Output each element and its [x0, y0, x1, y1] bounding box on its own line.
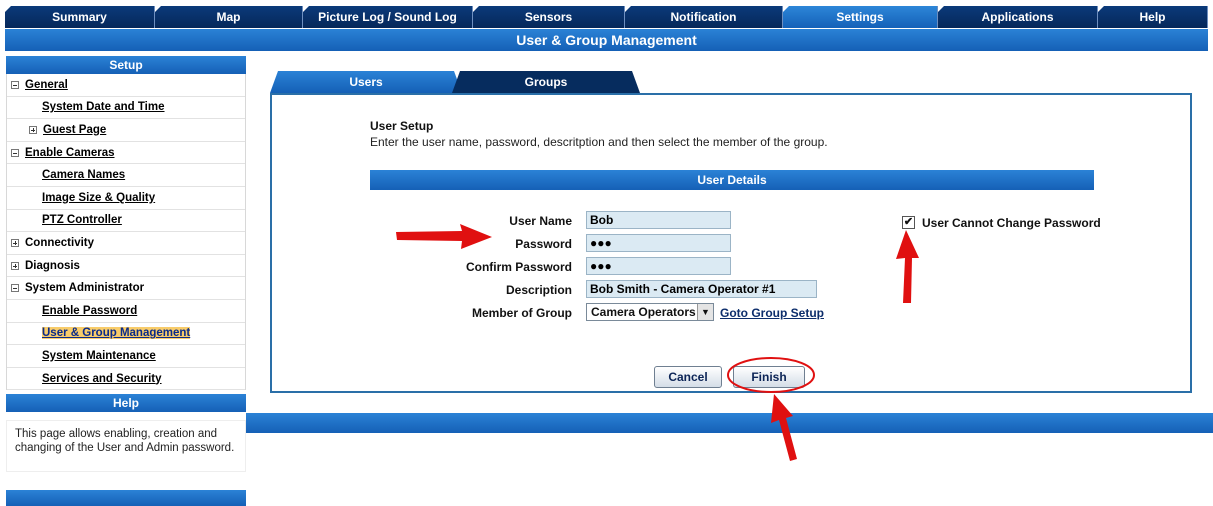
sidebar-item-label[interactable]: System Maintenance	[42, 350, 156, 362]
sidebar-item-system-administrator[interactable]: System Administrator	[7, 277, 245, 300]
main-content: Users Groups User Setup Enter the user n…	[246, 56, 1213, 436]
page-title: User & Group Management	[5, 29, 1208, 51]
collapse-icon[interactable]	[11, 284, 19, 293]
top-navigation: Summary Map Picture Log / Sound Log Sens…	[5, 6, 1208, 28]
tab-groups[interactable]: Groups	[452, 71, 640, 93]
username-label: User Name	[509, 214, 572, 228]
tab-settings[interactable]: Settings	[783, 6, 938, 28]
expand-icon[interactable]	[29, 125, 37, 134]
sidebar-item-label[interactable]: Enable Cameras	[25, 147, 115, 159]
sidebar-setup-header: Setup	[6, 56, 246, 74]
sidebar-item-label[interactable]: Diagnosis	[25, 260, 80, 272]
tab-users[interactable]: Users	[270, 71, 462, 93]
user-details-header: User Details	[370, 170, 1094, 190]
sidebar-item-label[interactable]: Camera Names	[42, 169, 125, 181]
tab-summary[interactable]: Summary	[5, 6, 155, 28]
sidebar: Setup General System Date and Time Guest…	[6, 56, 246, 506]
sidebar-item-enable-cameras[interactable]: Enable Cameras	[7, 142, 245, 165]
cancel-button[interactable]: Cancel	[654, 366, 722, 388]
sidebar-footer-bar	[6, 490, 246, 506]
password-field[interactable]: ●●●	[586, 234, 731, 252]
sidebar-item-diagnosis[interactable]: Diagnosis	[7, 255, 245, 278]
sidebar-item-ptz-controller[interactable]: PTZ Controller	[7, 210, 245, 233]
sidebar-item-image-size-quality[interactable]: Image Size & Quality	[7, 187, 245, 210]
sidebar-item-system-date-time[interactable]: System Date and Time	[7, 97, 245, 120]
tab-applications[interactable]: Applications	[938, 6, 1098, 28]
group-select-value: Camera Operators	[591, 305, 696, 319]
user-setup-description: Enter the user name, password, descritpt…	[370, 135, 828, 149]
sidebar-item-label[interactable]: System Date and Time	[42, 101, 165, 113]
sidebar-item-label[interactable]: Guest Page	[43, 124, 106, 136]
help-text: This page allows enabling, creation and …	[6, 420, 246, 473]
sidebar-item-label[interactable]: System Administrator	[25, 282, 144, 294]
sidebar-item-connectivity[interactable]: Connectivity	[7, 232, 245, 255]
sidebar-item-label[interactable]: Services and Security	[42, 373, 162, 385]
chevron-down-icon[interactable]: ▼	[697, 304, 713, 320]
sidebar-item-guest-page[interactable]: Guest Page	[7, 119, 245, 142]
description-label: Description	[505, 283, 572, 297]
user-setup-title: User Setup	[370, 119, 434, 133]
sidebar-item-label[interactable]: Image Size & Quality	[42, 192, 155, 204]
sidebar-menu: General System Date and Time Guest Page …	[6, 74, 246, 391]
username-field[interactable]: Bob	[586, 211, 731, 229]
confirm-password-label: Confirm Password	[465, 260, 572, 274]
expand-icon[interactable]	[11, 238, 19, 247]
goto-group-setup-link[interactable]: Goto Group Setup	[720, 306, 824, 320]
tab-notification[interactable]: Notification	[625, 6, 783, 28]
sidebar-item-label[interactable]: Connectivity	[25, 237, 94, 249]
member-of-group-label: Member of Group	[471, 306, 572, 320]
sidebar-help-header: Help	[6, 394, 246, 413]
finish-button[interactable]: Finish	[733, 366, 805, 388]
tab-map[interactable]: Map	[155, 6, 303, 28]
tab-sensors[interactable]: Sensors	[473, 6, 625, 28]
sidebar-item-user-group-management[interactable]: User & Group Management	[7, 323, 245, 346]
password-label: Password	[515, 237, 572, 251]
expand-icon[interactable]	[11, 261, 19, 270]
sidebar-item-label[interactable]: General	[25, 79, 68, 91]
group-select[interactable]: Camera Operators ▼	[586, 303, 714, 321]
collapse-icon[interactable]	[11, 148, 19, 157]
collapse-icon[interactable]	[11, 80, 19, 89]
description-field[interactable]: Bob Smith - Camera Operator #1	[586, 280, 817, 298]
sidebar-item-enable-password[interactable]: Enable Password	[7, 300, 245, 323]
sidebar-item-label[interactable]: User & Group Management	[42, 327, 191, 340]
sidebar-item-services-security[interactable]: Services and Security	[7, 368, 245, 391]
sidebar-item-system-maintenance[interactable]: System Maintenance	[7, 345, 245, 368]
user-setup-panel: User Setup Enter the user name, password…	[270, 93, 1192, 393]
confirm-password-field[interactable]: ●●●	[586, 257, 731, 275]
sidebar-item-general[interactable]: General	[7, 74, 245, 97]
sidebar-item-label[interactable]: PTZ Controller	[42, 214, 122, 226]
sidebar-item-camera-names[interactable]: Camera Names	[7, 164, 245, 187]
tab-picture-log[interactable]: Picture Log / Sound Log	[303, 6, 473, 28]
content-footer-bar	[246, 413, 1213, 433]
sidebar-item-label[interactable]: Enable Password	[42, 305, 137, 317]
cannot-change-password-label: User Cannot Change Password	[922, 216, 1101, 230]
cannot-change-password-checkbox[interactable]: ✔	[902, 216, 915, 229]
tab-help[interactable]: Help	[1098, 6, 1208, 28]
